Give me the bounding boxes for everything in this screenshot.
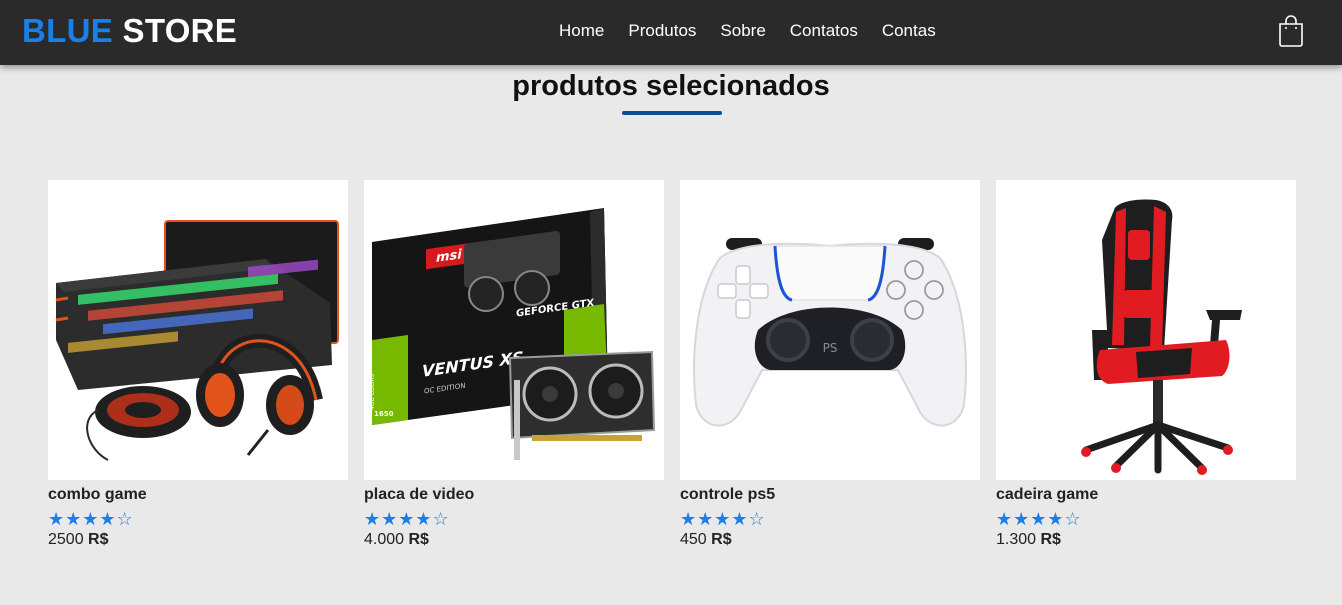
section-title: produtos selecionados [512,70,830,102]
gpu-box-number: 1650 [374,410,394,418]
product-price-currency: R$ [88,531,109,548]
brand-logo-store: STORE [122,12,238,49]
nav-sobre[interactable]: Sobre [720,21,765,41]
product-price: 1.300 R$ [996,531,1296,549]
product-card[interactable]: msi VENTUS XS OC EDITION 4GB GDDR5 1650 … [364,180,664,549]
product-image-placa-de-video[interactable]: msi VENTUS XS OC EDITION 4GB GDDR5 1650 … [364,180,664,480]
product-image-controle-ps5[interactable]: PS [680,180,980,480]
product-card[interactable]: combo game ★★★★☆ 2500 R$ [48,180,348,549]
svg-text:PS: PS [823,341,838,355]
product-rating-stars: ★★★★☆ [364,509,450,529]
product-image-cadeira-game[interactable] [996,180,1296,480]
product-name[interactable]: combo game [48,486,348,504]
nav-home[interactable]: Home [559,21,604,41]
nav-produtos[interactable]: Produtos [628,21,696,41]
product-rating-stars: ★★★★☆ [680,509,766,529]
brand-logo[interactable]: BLUE STORE [22,12,237,50]
product-price-value: 1.300 [996,531,1037,548]
product-name[interactable]: placa de video [364,486,664,504]
product-price: 450 R$ [680,531,980,549]
product-card[interactable]: PS controle ps5 ★★★★☆ 450 R$ [680,180,980,549]
product-price-value: 450 [680,531,707,548]
product-price-currency: R$ [1040,531,1061,548]
product-card[interactable]: cadeira game ★★★★☆ 1.300 R$ [996,180,1296,549]
title-underline [622,111,722,115]
product-price: 2500 R$ [48,531,348,549]
navbar: BLUE STORE Home Produtos Sobre Contatos … [0,0,1342,65]
product-price-currency: R$ [408,531,429,548]
product-image-combo-game[interactable] [48,180,348,480]
product-name[interactable]: cadeira game [996,486,1296,504]
product-rating-stars: ★★★★☆ [48,509,134,529]
shopping-bag-icon[interactable] [1278,15,1304,47]
product-price-value: 2500 [48,531,84,548]
product-name[interactable]: controle ps5 [680,486,980,504]
nav-contas[interactable]: Contas [882,21,936,41]
nav-contatos[interactable]: Contatos [790,21,858,41]
gpu-box-memory: 4GB GDDR5 [369,373,376,410]
brand-logo-blue: BLUE [22,12,114,49]
product-price-value: 4.000 [364,531,405,548]
product-price-currency: R$ [711,531,732,548]
product-price: 4.000 R$ [364,531,664,549]
main-nav: Home Produtos Sobre Contatos Contas [559,21,936,41]
product-rating-stars: ★★★★☆ [996,509,1082,529]
